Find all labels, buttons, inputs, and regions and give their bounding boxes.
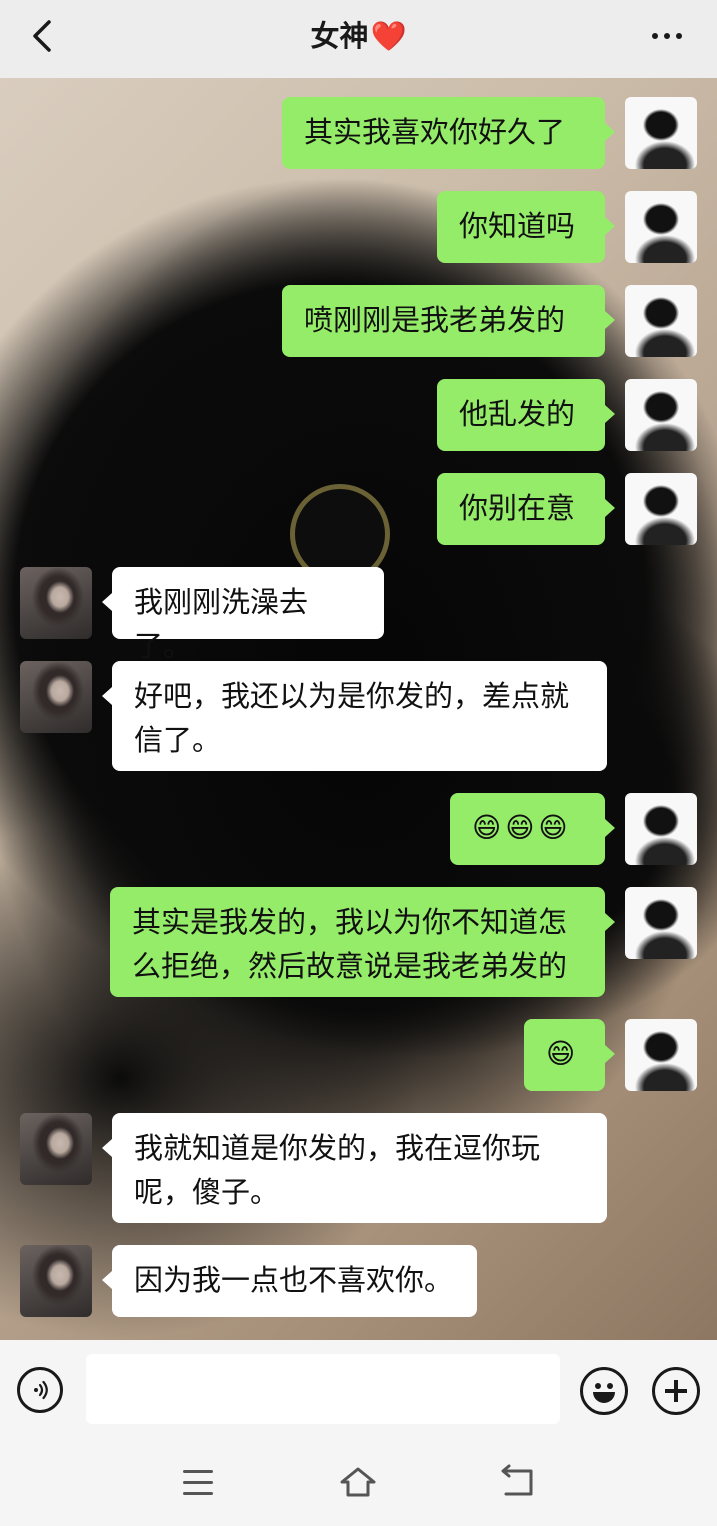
message-row: 因为我一点也不喜欢你。 [20,1245,477,1317]
message-bubble-me[interactable]: 其实我喜欢你好久了 [282,97,615,169]
back-nav-icon [501,1464,533,1496]
home-icon [340,1467,376,1497]
message-row: 他乱发的 [437,379,697,451]
input-bar [0,1340,717,1440]
contact-avatar[interactable] [20,1113,92,1185]
my-avatar[interactable] [625,887,697,959]
chat-header: 女神❤️ [0,0,717,78]
plus-button[interactable] [652,1367,700,1415]
more-button[interactable] [645,16,689,56]
message-bubble-me[interactable]: 😄😄😄 [450,793,615,865]
message-bubble-me[interactable]: 你别在意 [437,473,615,545]
message-bubble-contact[interactable]: 我刚刚洗澡去了。 [102,567,384,663]
my-avatar[interactable] [625,473,697,545]
message-row: 😄 [524,1019,697,1091]
message-row: 我就知道是你发的，我在逗你玩呢，傻子。 [20,1113,607,1223]
menu-button[interactable] [180,1470,216,1498]
system-nav-bar [0,1440,717,1526]
voice-button[interactable] [17,1367,63,1413]
message-bubble-contact[interactable]: 好吧，我还以为是你发的，差点就信了。 [102,661,607,771]
my-avatar[interactable] [625,285,697,357]
back-nav-button[interactable] [498,1464,538,1500]
my-avatar[interactable] [625,379,697,451]
more-dots-icon [652,33,658,39]
home-button[interactable] [338,1464,378,1500]
message-bubble-me[interactable]: 其实是我发的，我以为你不知道怎么拒绝，然后故意说是我老弟发的 [110,887,615,997]
message-row: 😄😄😄 [450,793,697,865]
contact-avatar[interactable] [20,567,92,639]
message-bubble-contact[interactable]: 因为我一点也不喜欢你。 [102,1245,477,1317]
contact-name: 女神 [310,19,369,53]
message-input[interactable] [86,1354,560,1424]
message-row: 我刚刚洗澡去了。 [20,567,384,663]
message-row: 其实是我发的，我以为你不知道怎么拒绝，然后故意说是我老弟发的 [110,887,697,997]
contact-avatar[interactable] [20,661,92,733]
message-row: 好吧，我还以为是你发的，差点就信了。 [20,661,607,771]
message-row: 喷刚刚是我老弟发的 [282,285,697,357]
emoji-button[interactable] [580,1367,628,1415]
heart-emoji: ❤️ [370,19,407,53]
message-bubble-me[interactable]: 他乱发的 [437,379,615,451]
my-avatar[interactable] [625,793,697,865]
message-row: 其实我喜欢你好久了 [282,97,697,169]
emoji-icon [595,1383,601,1389]
message-bubble-me[interactable]: 你知道吗 [437,191,615,263]
message-bubble-contact[interactable]: 我就知道是你发的，我在逗你玩呢，傻子。 [102,1113,607,1223]
menu-icon [183,1470,213,1473]
my-avatar[interactable] [625,191,697,263]
contact-avatar[interactable] [20,1245,92,1317]
my-avatar[interactable] [625,97,697,169]
chat-title: 女神❤️ [0,16,717,56]
message-bubble-me[interactable]: 喷刚刚是我老弟发的 [282,285,615,357]
message-row: 你别在意 [437,473,697,545]
message-bubble-me[interactable]: 😄 [524,1019,615,1091]
message-row: 你知道吗 [437,191,697,263]
chat-background[interactable]: 其实我喜欢你好久了 你知道吗 喷刚刚是我老弟发的 他乱发的 你别在意 我刚刚洗澡… [0,78,717,1340]
my-avatar[interactable] [625,1019,697,1091]
voice-icon [34,1380,48,1400]
